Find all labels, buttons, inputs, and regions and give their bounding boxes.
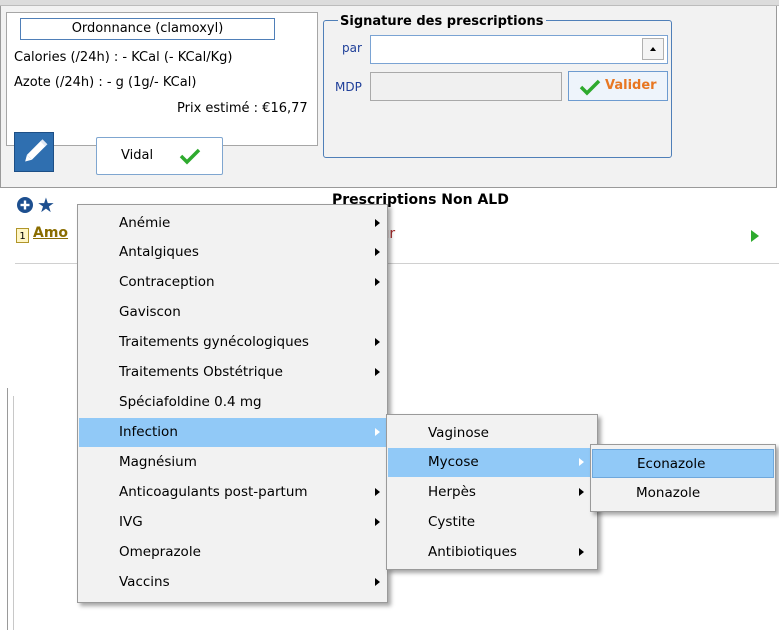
menu-item-label: Mycose — [428, 454, 479, 470]
menu-item-label: Omeprazole — [119, 544, 201, 560]
menu-item-antalgiques[interactable]: Antalgiques — [79, 238, 386, 267]
menu-item-label: Gaviscon — [119, 304, 181, 320]
vidal-label: Vidal — [121, 148, 154, 163]
menu-item-label: Infection — [119, 424, 178, 440]
menu-item-label: Econazole — [637, 456, 706, 472]
dropdown-arrow-icon — [650, 47, 656, 51]
vidal-button[interactable]: Vidal — [96, 137, 223, 175]
submenu-arrow-icon — [579, 488, 584, 496]
menu-item-label: Traitements Obstétrique — [119, 364, 283, 380]
menu-item-contraception[interactable]: Contraception — [79, 268, 386, 297]
submenu-infection: Vaginose Mycose Herpès Cystite Antibioti… — [386, 414, 598, 570]
star-icon[interactable]: ★ — [37, 193, 55, 217]
submenu-arrow-icon — [375, 428, 380, 436]
pencil-icon — [25, 139, 48, 162]
menu-item-anemie[interactable]: Anémie — [79, 209, 386, 238]
menu-item-omeprazole[interactable]: Omeprazole — [79, 538, 386, 567]
submenu-arrow-icon — [375, 338, 380, 346]
menu-item-label: Herpès — [428, 484, 476, 500]
submenu-arrow-icon — [375, 278, 380, 286]
submenu-arrow-icon — [375, 578, 380, 586]
menu-item-gaviscon[interactable]: Gaviscon — [79, 298, 386, 327]
prix-estime: Prix estimé : €16,77 — [177, 101, 308, 116]
row-number-badge: 1 — [16, 228, 29, 243]
menu-item-ivg[interactable]: IVG — [79, 508, 386, 537]
ordonnance-title[interactable]: Ordonnance (clamoxyl) — [20, 18, 275, 40]
menu-item-label: Cystite — [428, 514, 476, 530]
play-arrow-icon[interactable] — [751, 230, 759, 242]
submenu-arrow-icon — [579, 548, 584, 556]
menu-item-label: Antalgiques — [119, 244, 199, 260]
context-menu: Anémie Antalgiques Contraception Gavisco… — [77, 204, 388, 603]
check-icon — [579, 79, 601, 96]
menu-item-anticoagulants[interactable]: Anticoagulants post-partum — [79, 478, 386, 507]
menu-item-speciafoldine[interactable]: Spéciafoldine 0.4 mg — [79, 388, 386, 417]
submenu-arrow-icon — [579, 458, 584, 466]
azote-line: Azote (/24h) : - g (1g/- KCal) — [14, 75, 197, 90]
menu-item-cystite[interactable]: Cystite — [388, 508, 596, 537]
menu-item-mycose[interactable]: Mycose — [388, 448, 596, 477]
menu-item-label: Vaccins — [119, 574, 170, 590]
menu-item-monazole[interactable]: Monazole — [592, 479, 774, 508]
submenu-arrow-icon — [375, 368, 380, 376]
calories-line: Calories (/24h) : - KCal (- KCal/Kg) — [14, 50, 233, 65]
menu-item-label: Anticoagulants post-partum — [119, 484, 308, 500]
menu-item-magnesium[interactable]: Magnésium — [79, 448, 386, 477]
submenu-arrow-icon — [375, 488, 380, 496]
menu-item-label: Vaginose — [428, 425, 489, 441]
menu-item-label: Anémie — [119, 215, 171, 231]
mdp-input[interactable] — [370, 72, 562, 101]
submenu-mycose: Econazole Monazole — [590, 444, 776, 512]
menu-item-infection[interactable]: Infection — [79, 418, 386, 447]
menu-item-label: Spéciafoldine 0.4 mg — [119, 394, 262, 410]
menu-item-label: Magnésium — [119, 454, 197, 470]
check-icon — [179, 148, 201, 165]
valider-label: Valider — [605, 78, 657, 93]
menu-item-vaginose[interactable]: Vaginose — [388, 419, 596, 448]
edit-button[interactable] — [14, 132, 54, 172]
menu-item-herpes[interactable]: Herpès — [388, 478, 596, 507]
plus-circle-icon[interactable] — [16, 196, 34, 214]
left-border-inner — [13, 396, 14, 630]
menu-item-label: Contraception — [119, 274, 215, 290]
submenu-arrow-icon — [375, 219, 380, 227]
menu-item-label: IVG — [119, 514, 143, 530]
par-select[interactable] — [370, 35, 668, 64]
top-strip — [0, 0, 779, 6]
menu-item-label: Traitements gynécologiques — [119, 334, 309, 350]
menu-item-label: Monazole — [636, 485, 701, 501]
menu-item-label: Antibiotiques — [428, 544, 517, 560]
valider-button[interactable]: Valider — [568, 71, 668, 101]
left-border — [7, 388, 8, 630]
menu-item-traitements-obstetrique[interactable]: Traitements Obstétrique — [79, 358, 386, 387]
menu-item-econazole[interactable]: Econazole — [592, 449, 774, 478]
menu-item-antibiotiques[interactable]: Antibiotiques — [388, 538, 596, 567]
prescription-name-link[interactable]: Amo — [33, 225, 68, 241]
menu-item-vaccins[interactable]: Vaccins — [79, 568, 386, 597]
signature-title: Signature des prescriptions — [338, 14, 546, 29]
mdp-label: MDP — [335, 80, 362, 94]
submenu-arrow-icon — [375, 518, 380, 526]
par-label: par — [342, 41, 362, 55]
par-dropdown-button[interactable] — [642, 38, 664, 60]
submenu-arrow-icon — [375, 248, 380, 256]
menu-item-traitements-gynecologiques[interactable]: Traitements gynécologiques — [79, 328, 386, 357]
